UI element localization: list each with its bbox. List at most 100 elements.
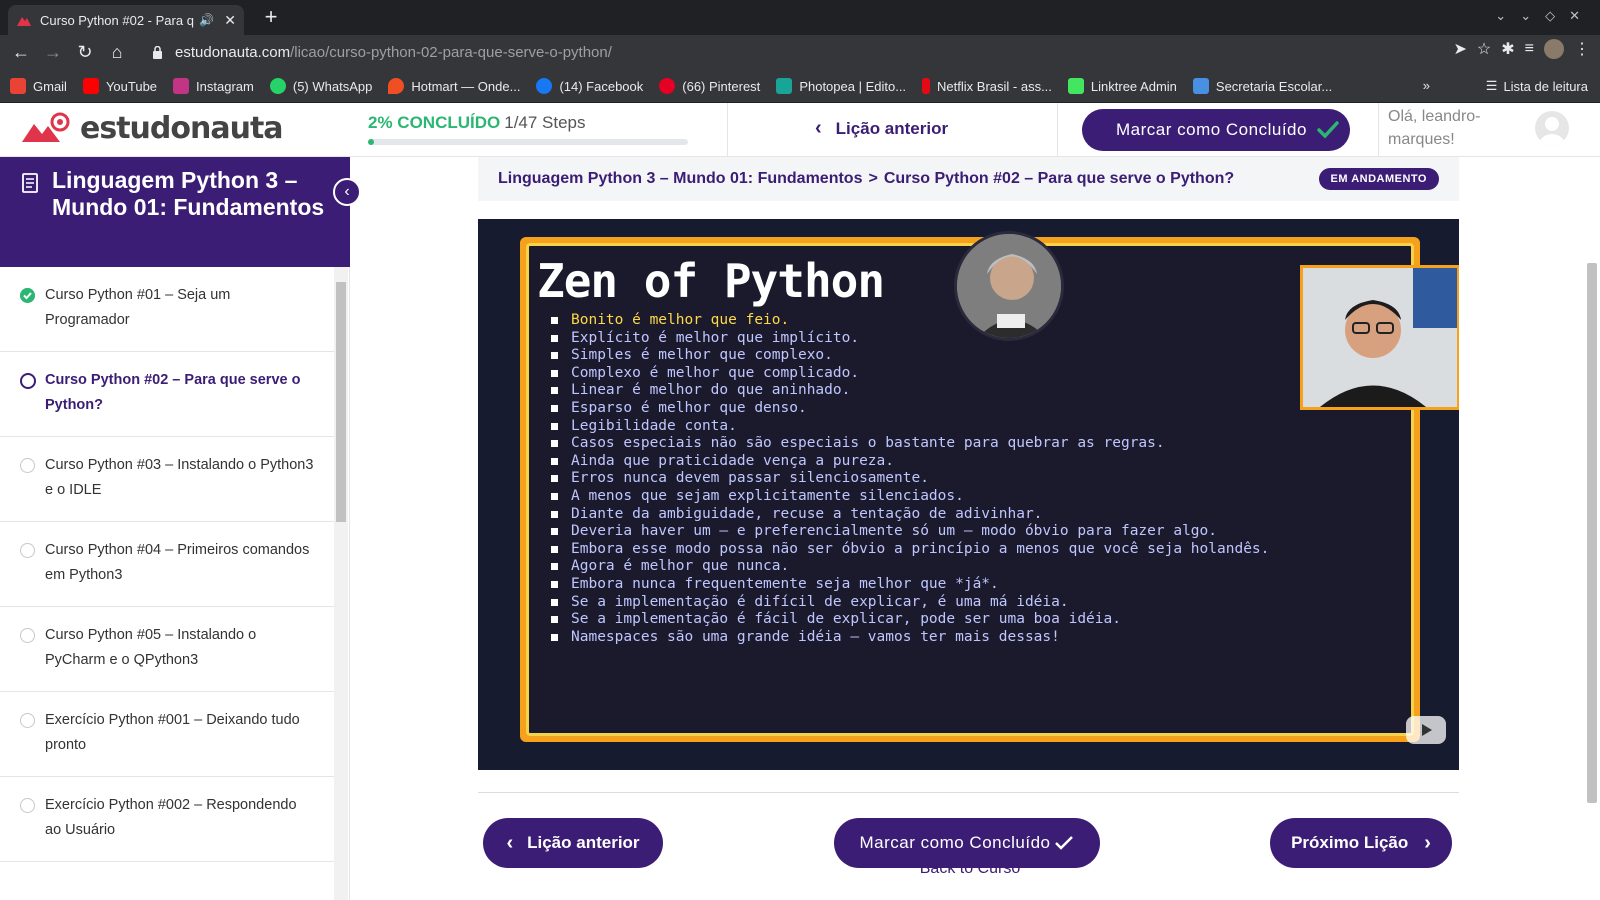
netflix-icon: [922, 78, 931, 94]
bookmark-item[interactable]: (5) WhatsApp: [269, 78, 372, 94]
forward-icon[interactable]: →: [37, 37, 69, 69]
page-scrollbar[interactable]: [1584, 157, 1600, 900]
previous-lesson-label: Lição anterior: [835, 118, 949, 138]
user-greeting[interactable]: Olá, leandro-marques!: [1388, 105, 1498, 151]
sidebar-collapse-button[interactable]: ‹: [333, 178, 361, 206]
sidebar-course-header[interactable]: Linguagem Python 3 – Mundo 01: Fundament…: [0, 157, 350, 267]
bookmark-star-icon[interactable]: ☆: [1477, 39, 1491, 59]
whatsapp-icon: [269, 78, 286, 94]
checkmark-icon: [1317, 121, 1339, 139]
bookmark-item[interactable]: YouTube: [82, 78, 158, 94]
previous-lesson-label: Lição anterior: [527, 833, 640, 852]
close-window-icon[interactable]: ✕: [1569, 8, 1580, 24]
zen-line: Namespaces são uma grande idéia — vamos …: [551, 629, 1291, 647]
video-slide-title: Zen of Python: [537, 254, 885, 308]
browser-toolbar: ← → ↻ ⌂ estudonauta.com/licao/curso-pyth…: [0, 35, 1600, 70]
lesson-item[interactable]: Curso Python #02 – Para que serve o Pyth…: [0, 352, 334, 437]
bookmark-item[interactable]: (66) Pinterest: [659, 78, 760, 94]
progress-bar-fill: [368, 139, 375, 145]
gmail-icon: [10, 78, 26, 94]
breadcrumb-course-link[interactable]: Linguagem Python 3 – Mundo 01: Fundament…: [498, 170, 862, 188]
header-mark-complete-button[interactable]: Marcar como Concluído: [1082, 109, 1350, 151]
checkmark-icon: [1055, 836, 1074, 850]
chevron-left-icon: ‹: [506, 831, 514, 854]
next-lesson-button[interactable]: Próximo Lição ›: [1270, 818, 1452, 868]
browser-tab[interactable]: Curso Python #02 - Para q 🔊 ✕: [8, 5, 244, 35]
speaker-portrait-image: [954, 231, 1064, 341]
breadcrumb-lesson-link[interactable]: Curso Python #02 – Para que serve o Pyth…: [884, 170, 1234, 188]
bookmarks-overflow-button[interactable]: »: [1423, 78, 1430, 93]
bookmark-item[interactable]: Secretaria Escolar...: [1192, 78, 1332, 94]
logo-text: estudonauta: [80, 111, 284, 146]
lesson-title: Curso Python #04 – Primeiros comandos em…: [45, 542, 310, 583]
chevron-left-icon: ‹: [344, 183, 350, 200]
sidebar-scrollbar-thumb[interactable]: [336, 282, 346, 522]
menu-kebab-icon[interactable]: ⋮: [1574, 39, 1590, 59]
document-icon: [22, 173, 38, 193]
minimize-icon[interactable]: ⌄: [1520, 8, 1531, 24]
zen-line: Se a implementação é fácil de explicar, …: [551, 611, 1291, 629]
lesson-item[interactable]: Curso Python #04 – Primeiros comandos em…: [0, 522, 334, 607]
zen-line: A menos que sejam explicitamente silenci…: [551, 488, 1291, 506]
lesson-incomplete-icon: [20, 628, 35, 643]
bookmarks-bar: Gmail YouTube Instagram (5) WhatsApp Hot…: [0, 70, 1600, 103]
bookmark-label: Instagram: [196, 78, 254, 94]
lesson-item[interactable]: Curso Python #01 – Seja um Programador: [0, 267, 334, 352]
pinterest-icon: [659, 78, 676, 94]
mark-complete-label: Marcar como Concluído: [1116, 120, 1307, 139]
toolbar-extras: ➤ ☆ ✱ ≡ ⋮: [1454, 39, 1590, 59]
url-host: estudonauta.com: [175, 44, 291, 61]
profile-avatar-icon[interactable]: [1544, 39, 1564, 59]
zen-line: Bonito é melhor que feio.: [551, 312, 1291, 330]
lesson-title: Exercício Python #002 – Respondendo ao U…: [45, 797, 297, 838]
previous-lesson-button[interactable]: ‹ Lição anterior: [483, 818, 663, 868]
bookmark-label: Linktree Admin: [1090, 78, 1177, 94]
extensions-icon[interactable]: ✱: [1501, 39, 1514, 59]
reading-list-icon: ☰: [1485, 78, 1498, 93]
bookmark-item[interactable]: Hotmart — Onde...: [388, 78, 520, 94]
bookmark-item[interactable]: Photopea | Edito...: [776, 78, 906, 94]
reading-list-label: Lista de leitura: [1503, 78, 1588, 94]
bookmark-item[interactable]: Linktree Admin: [1067, 78, 1177, 94]
bookmark-item[interactable]: (14) Facebook: [536, 78, 643, 94]
bookmark-item[interactable]: Gmail: [10, 78, 67, 94]
lesson-item[interactable]: Curso Python #03 – Instalando o Python3 …: [0, 437, 334, 522]
send-icon[interactable]: ➤: [1454, 39, 1467, 59]
lesson-item[interactable]: Curso Python #05 – Instalando o PyCharm …: [0, 607, 334, 692]
page-scrollbar-thumb[interactable]: [1587, 263, 1597, 803]
site-logo[interactable]: estudonauta: [20, 111, 284, 146]
header-previous-lesson-link[interactable]: ‹ Lição anterior: [815, 117, 948, 140]
instagram-icon: [173, 78, 190, 94]
new-tab-button[interactable]: +: [258, 5, 284, 31]
lesson-item[interactable]: Exercício Python #002 – Respondendo ao U…: [0, 777, 334, 862]
youtube-icon: [82, 78, 99, 94]
bookmark-label: Gmail: [33, 78, 67, 94]
address-bar[interactable]: estudonauta.com/licao/curso-python-02-pa…: [140, 38, 1380, 67]
tab-search-icon[interactable]: ⌄: [1495, 8, 1506, 24]
lesson-title: Exercício Python #001 – Deixando tudo pr…: [45, 712, 300, 753]
youtube-play-icon[interactable]: [1406, 716, 1446, 744]
lesson-item[interactable]: Exercício Python #001 – Deixando tudo pr…: [0, 692, 334, 777]
bookmark-item[interactable]: Netflix Brasil - ass...: [922, 78, 1052, 94]
lesson-video-player[interactable]: Zen of Python Bonito é melhor que feio. E…: [478, 219, 1459, 770]
breadcrumb-separator: >: [868, 170, 878, 187]
bookmark-item[interactable]: Instagram: [173, 78, 254, 94]
photopea-icon: [776, 78, 793, 94]
restore-icon[interactable]: ◇: [1545, 8, 1555, 24]
close-tab-icon[interactable]: ✕: [224, 12, 236, 29]
speaker-icon[interactable]: 🔊: [199, 13, 214, 27]
sidebar-scrollbar[interactable]: [334, 267, 348, 900]
zen-line: Diante da ambiguidade, recuse a tentação…: [551, 506, 1291, 524]
bookmark-label: Hotmart — Onde...: [411, 78, 521, 94]
reload-icon[interactable]: ↻: [69, 37, 101, 69]
bookmark-label: YouTube: [105, 78, 158, 94]
content-divider: [478, 792, 1459, 793]
media-control-icon[interactable]: ≡: [1525, 40, 1534, 58]
back-to-course-link[interactable]: Back to Curso: [870, 860, 1070, 878]
home-icon[interactable]: ⌂: [101, 37, 133, 69]
url-path: /licao/curso-python-02-para-que-serve-o-…: [290, 44, 612, 61]
reading-list-button[interactable]: ☰ Lista de leitura: [1486, 78, 1588, 94]
back-icon[interactable]: ←: [5, 37, 37, 69]
user-avatar[interactable]: [1535, 111, 1569, 145]
zen-line: Esparso é melhor que denso.: [551, 400, 1291, 418]
